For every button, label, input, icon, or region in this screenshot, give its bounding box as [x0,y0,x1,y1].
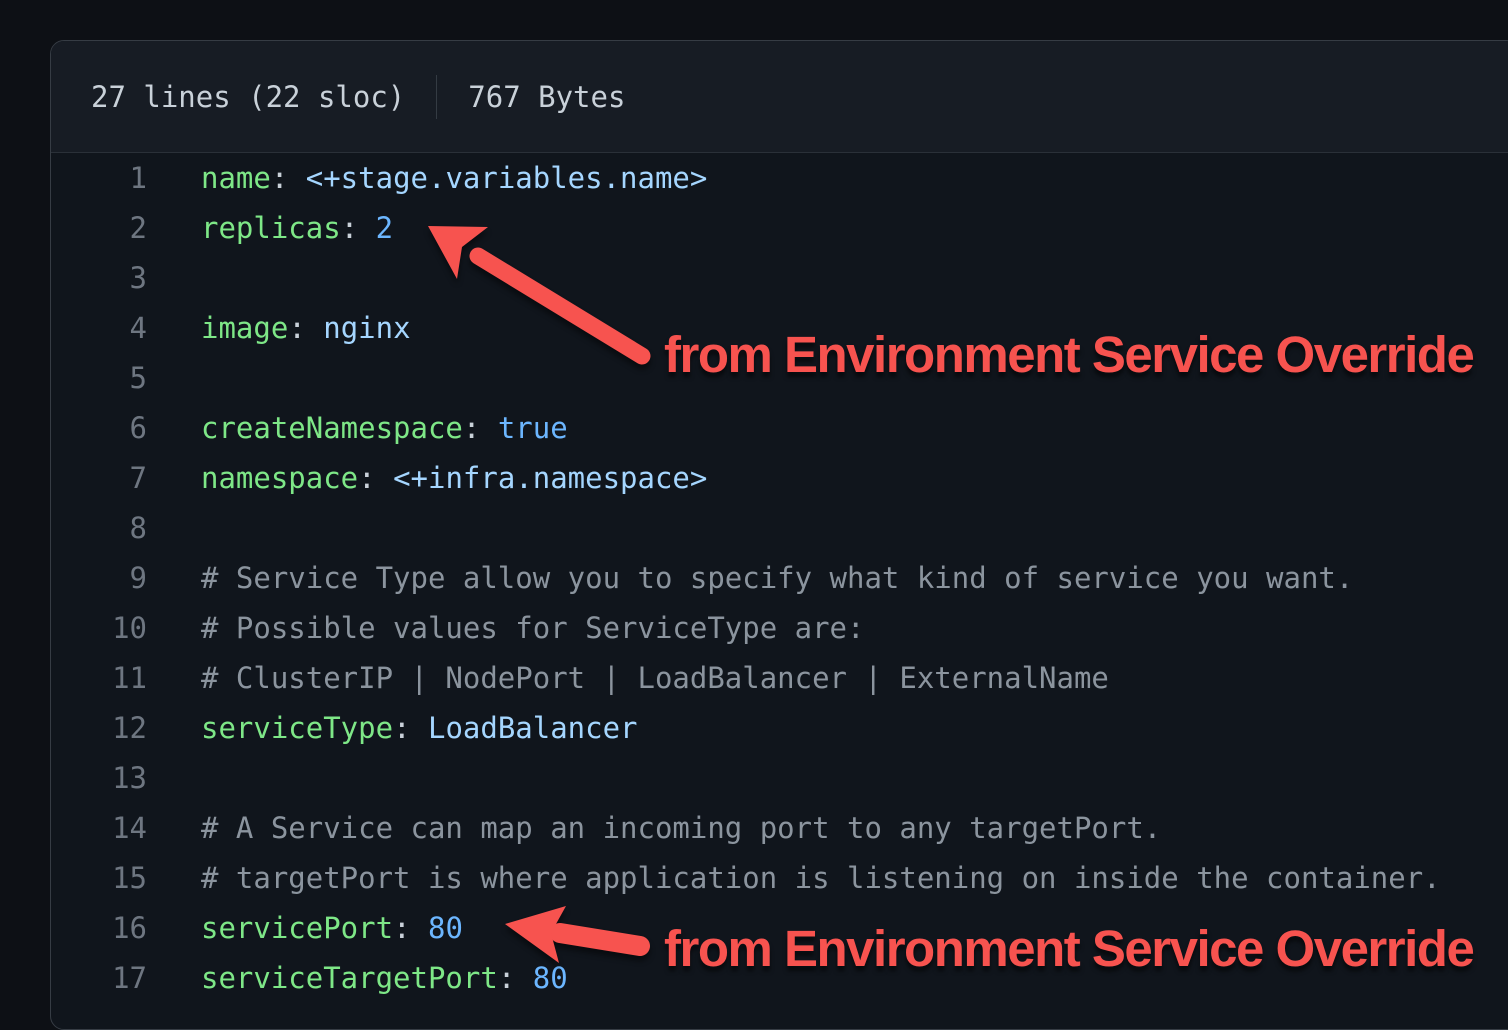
token-key: serviceTargetPort [201,961,498,995]
file-viewer-panel: 27 lines (22 sloc) 767 Bytes 1 name: <+st… [50,40,1508,1030]
code-text: # A Service can map an incoming port to … [201,803,1161,853]
annotation-label-replicas: from Environment Service Override [664,326,1473,385]
annotation-label-service-port: from Environment Service Override [664,920,1473,979]
line-number[interactable]: 9 [51,553,147,603]
token-punc: : [271,161,306,195]
code-line: 6 createNamespace: true [51,403,1508,453]
token-punc: : [463,411,498,445]
header-divider [436,75,437,119]
code-line: 7 namespace: <+infra.namespace> [51,453,1508,503]
token-key: servicePort [201,911,393,945]
token-num: 2 [376,211,393,245]
token-key: serviceType [201,711,393,745]
token-str: nginx [323,311,410,345]
code-text: serviceType: LoadBalancer [201,703,638,753]
code-line: 1 name: <+stage.variables.name> [51,153,1508,203]
code-line: 10 # Possible values for ServiceType are: [51,603,1508,653]
line-number[interactable]: 11 [51,653,147,703]
code-lines: 1name: <+stage.variables.name>2replicas:… [51,153,1508,1003]
line-number[interactable]: 4 [51,303,147,353]
token-com: # A Service can map an incoming port to … [201,811,1161,845]
code-line: 9 # Service Type allow you to specify wha… [51,553,1508,603]
code-text: createNamespace: true [201,403,568,453]
line-number[interactable]: 10 [51,603,147,653]
token-punc: : [498,961,533,995]
line-number[interactable]: 5 [51,353,147,403]
token-com: # Service Type allow you to specify what… [201,561,1353,595]
token-punc: : [393,711,428,745]
token-num: 80 [533,961,568,995]
token-punc: : [288,311,323,345]
code-text: # Possible values for ServiceType are: [201,603,864,653]
line-number[interactable]: 16 [51,903,147,953]
line-number[interactable]: 2 [51,203,147,253]
token-punc: : [341,211,376,245]
token-key: image [201,311,288,345]
code-text: # targetPort is where application is lis… [201,853,1441,903]
code-line: 11 # ClusterIP | NodePort | LoadBalancer … [51,653,1508,703]
line-number[interactable]: 6 [51,403,147,453]
token-num: true [498,411,568,445]
file-lines-info: 27 lines (22 sloc) [91,80,405,114]
code-text: image: nginx [201,303,411,353]
token-key: name [201,161,271,195]
file-header: 27 lines (22 sloc) 767 Bytes [51,41,1508,153]
code-text: # Service Type allow you to specify what… [201,553,1353,603]
code-text: replicas: 2 [201,203,393,253]
code-text: servicePort: 80 [201,903,463,953]
code-line: 15 # targetPort is where application is l… [51,853,1508,903]
code-line: 2replicas: 2 [51,203,1508,253]
line-number[interactable]: 3 [51,253,147,303]
token-str: <+infra.namespace> [393,461,707,495]
code-line: 3 [51,253,1508,303]
token-com: # targetPort is where application is lis… [201,861,1441,895]
token-num: 80 [428,911,463,945]
code-text: # ClusterIP | NodePort | LoadBalancer | … [201,653,1109,703]
code-text: serviceTargetPort: 80 [201,953,568,1003]
token-punc: : [393,911,428,945]
code-text: namespace: <+infra.namespace> [201,453,707,503]
token-str: LoadBalancer [428,711,638,745]
page-background: { "colors": { "annotation_red": "#f7534f… [0,0,1508,1006]
token-com: # Possible values for ServiceType are: [201,611,864,645]
token-com: # ClusterIP | NodePort | LoadBalancer | … [201,661,1109,695]
token-key: createNamespace [201,411,463,445]
line-number[interactable]: 7 [51,453,147,503]
code-line: 14 # A Service can map an incoming port t… [51,803,1508,853]
line-number[interactable]: 14 [51,803,147,853]
line-number[interactable]: 12 [51,703,147,753]
code-line: 12 serviceType: LoadBalancer [51,703,1508,753]
line-number[interactable]: 17 [51,953,147,1003]
code-blob: 1name: <+stage.variables.name>2replicas:… [51,153,1508,1003]
line-number[interactable]: 1 [51,153,147,203]
line-number[interactable]: 13 [51,753,147,803]
token-punc: : [358,461,393,495]
code-line: 13 [51,753,1508,803]
line-number[interactable]: 8 [51,503,147,553]
line-number[interactable]: 15 [51,853,147,903]
token-key: replicas [201,211,341,245]
code-line: 8 [51,503,1508,553]
token-str: <+stage.variables.name> [306,161,708,195]
file-size-info: 767 Bytes [468,80,625,114]
code-text: name: <+stage.variables.name> [201,153,707,203]
token-key: namespace [201,461,358,495]
